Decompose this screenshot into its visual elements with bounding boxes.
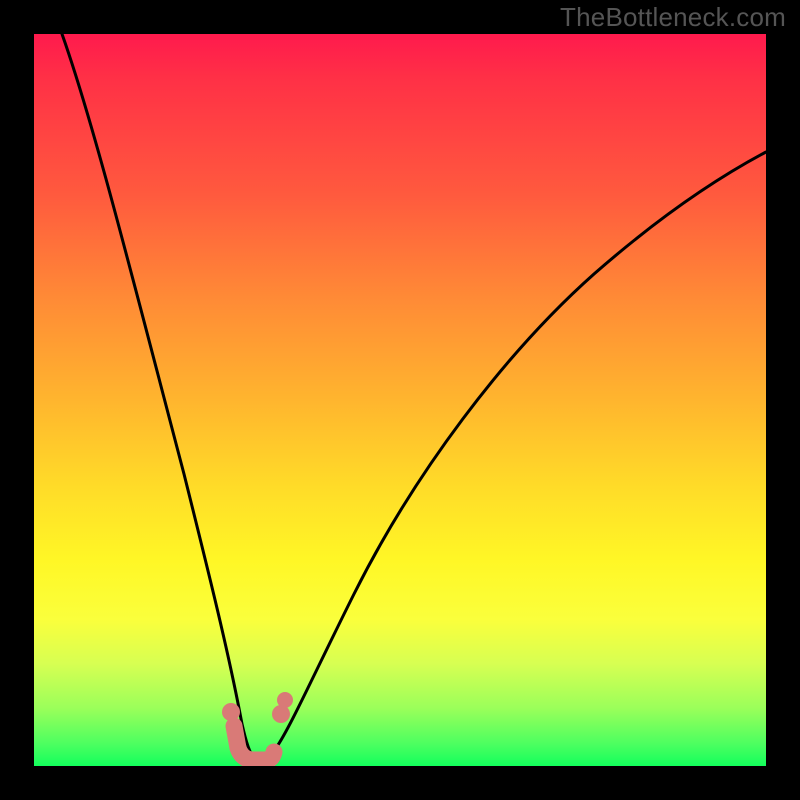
marker-cluster [222, 692, 293, 760]
plot-area [34, 34, 766, 766]
chart-container: TheBottleneck.com [0, 0, 800, 800]
bottleneck-curve [62, 34, 766, 760]
watermark-text: TheBottleneck.com [560, 2, 786, 33]
plot-svg [34, 34, 766, 766]
